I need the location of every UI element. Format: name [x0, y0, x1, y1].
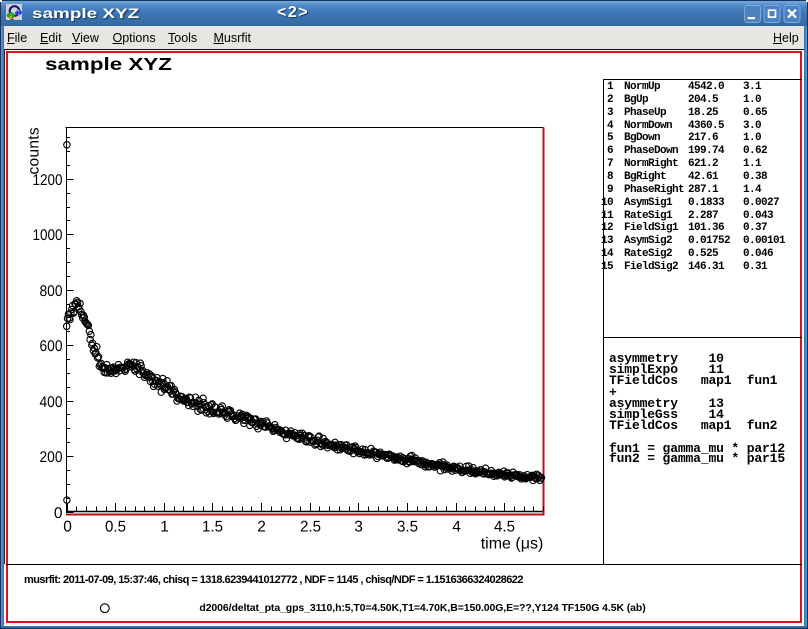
svg-text:200: 200: [40, 449, 63, 466]
svg-text:2: 2: [257, 519, 266, 536]
svg-text:counts: counts: [26, 127, 43, 174]
svg-text:3.5: 3.5: [397, 519, 418, 536]
svg-text:0.5: 0.5: [105, 519, 126, 536]
svg-text:0: 0: [54, 505, 63, 522]
svg-text:600: 600: [40, 338, 63, 355]
svg-text:1.5: 1.5: [202, 519, 223, 536]
svg-text:1000: 1000: [33, 227, 63, 244]
svg-text:800: 800: [40, 283, 63, 300]
svg-text:2.5: 2.5: [300, 519, 321, 536]
svg-text:1: 1: [160, 519, 169, 536]
svg-text:time (μs): time (μs): [481, 536, 544, 553]
svg-text:400: 400: [40, 394, 63, 411]
svg-text:0: 0: [63, 519, 72, 536]
svg-text:3: 3: [354, 519, 363, 536]
svg-text:4: 4: [452, 519, 461, 536]
svg-text:4.5: 4.5: [494, 519, 515, 536]
